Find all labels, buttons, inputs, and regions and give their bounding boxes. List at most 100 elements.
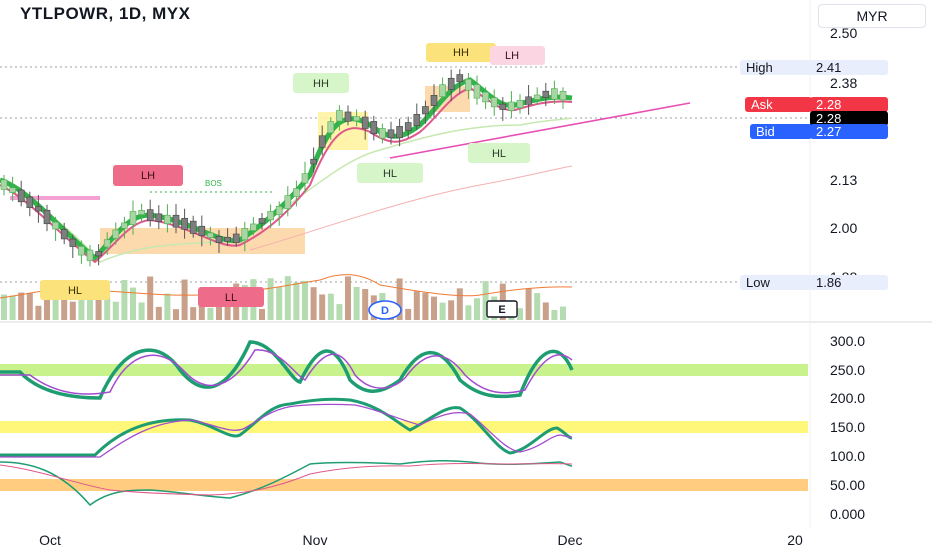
candle	[69, 238, 77, 247]
label-hh-1: HH	[293, 73, 349, 93]
label-hl-2: HL	[357, 163, 423, 183]
candle	[301, 173, 309, 184]
candle	[181, 218, 188, 230]
candle	[508, 101, 515, 111]
candle	[250, 223, 257, 231]
volume-bar	[138, 302, 145, 320]
volume-bar	[517, 308, 523, 320]
candle	[267, 211, 274, 221]
earnings-badge-text: E	[498, 304, 505, 316]
candle	[430, 95, 438, 106]
candle	[86, 249, 94, 261]
candle	[439, 84, 446, 98]
hl-text-3: HL	[492, 148, 506, 160]
volume-bar	[474, 298, 480, 320]
candle	[215, 236, 223, 243]
volume-bar	[1, 294, 7, 320]
candle	[138, 210, 145, 215]
time-axis[interactable]: Oct Nov Dec 20	[39, 532, 803, 548]
candle	[525, 96, 532, 105]
label-hl-3: HL	[468, 143, 530, 163]
candle	[275, 206, 283, 215]
candle	[95, 251, 102, 257]
candle	[146, 209, 154, 221]
volume-bar	[465, 305, 472, 320]
candle	[121, 222, 128, 229]
volume-bar	[259, 308, 265, 320]
volume-bar	[181, 279, 188, 320]
bid-value: 2.27	[810, 124, 888, 139]
candle	[60, 229, 68, 240]
candle	[43, 209, 51, 225]
hh-text-2: HH	[453, 47, 469, 59]
osc-tick: 50.00	[830, 477, 865, 493]
volume-bar	[310, 287, 317, 320]
volume-bar	[345, 276, 351, 320]
candle	[9, 187, 16, 193]
volume-bar	[190, 307, 197, 320]
candle	[344, 111, 352, 122]
candle	[336, 110, 343, 122]
dividend-badge-text: D	[381, 305, 389, 317]
osc-tick: 100.0	[830, 448, 865, 464]
candle	[327, 121, 335, 134]
oscillator-axis[interactable]: 300.0 250.0 200.0 150.0 100.0 50.00 0.00…	[830, 333, 865, 522]
price-tick: 2.00	[830, 220, 857, 236]
candle	[551, 88, 558, 100]
candle	[465, 78, 472, 91]
volume-bar	[319, 294, 326, 320]
candle	[353, 116, 360, 122]
volume-bar	[155, 306, 162, 320]
volume-bar	[362, 289, 369, 320]
volume-bar	[18, 292, 25, 320]
candle	[164, 214, 171, 225]
osc-tick: 250.0	[830, 362, 865, 378]
candle	[370, 121, 378, 134]
earnings-badge[interactable]: E	[486, 300, 518, 318]
candle	[198, 225, 206, 236]
candle	[112, 229, 120, 239]
volume-bar	[164, 293, 171, 320]
candle	[533, 94, 541, 100]
low-value: 1.86	[810, 275, 888, 290]
candle	[17, 189, 25, 203]
volume-bar	[121, 279, 128, 320]
volume-bar	[173, 309, 179, 320]
ask-value: 2.28	[810, 97, 888, 112]
hl-text-1: HL	[68, 285, 82, 297]
volume-bar	[327, 293, 334, 320]
volume-bar	[405, 308, 412, 320]
label-ll: LL	[198, 287, 264, 307]
candle	[456, 74, 464, 83]
ll-text: LL	[225, 292, 237, 304]
candle	[559, 91, 567, 101]
volume-bar	[26, 292, 33, 320]
candle	[387, 129, 395, 139]
candle	[490, 97, 498, 108]
candle	[499, 103, 507, 110]
osc-tick: 200.0	[830, 390, 865, 406]
volume-bar	[336, 304, 343, 320]
time-tick: Oct	[39, 532, 61, 548]
candle	[258, 218, 266, 224]
volume-bar	[9, 295, 16, 320]
volume-bar	[207, 307, 214, 320]
time-tick: Nov	[303, 532, 328, 548]
label-hh-2: HH	[426, 43, 496, 62]
volume-bar	[112, 301, 119, 320]
volume-bar	[284, 276, 291, 320]
volume-bar	[293, 282, 300, 320]
candle	[361, 116, 369, 129]
candle	[284, 195, 292, 210]
bos-label: BOS	[205, 179, 222, 188]
candle	[241, 228, 249, 241]
osc-tick: 300.0	[830, 333, 865, 349]
candle	[413, 114, 421, 126]
price-tick: 2.13	[830, 172, 857, 188]
candle	[396, 126, 403, 139]
osc-tick: 0.000	[830, 506, 865, 522]
dividend-badge[interactable]: D	[368, 300, 402, 320]
volume-bar	[198, 304, 205, 320]
time-tick: 20	[787, 532, 803, 548]
volume-bar	[456, 288, 463, 320]
